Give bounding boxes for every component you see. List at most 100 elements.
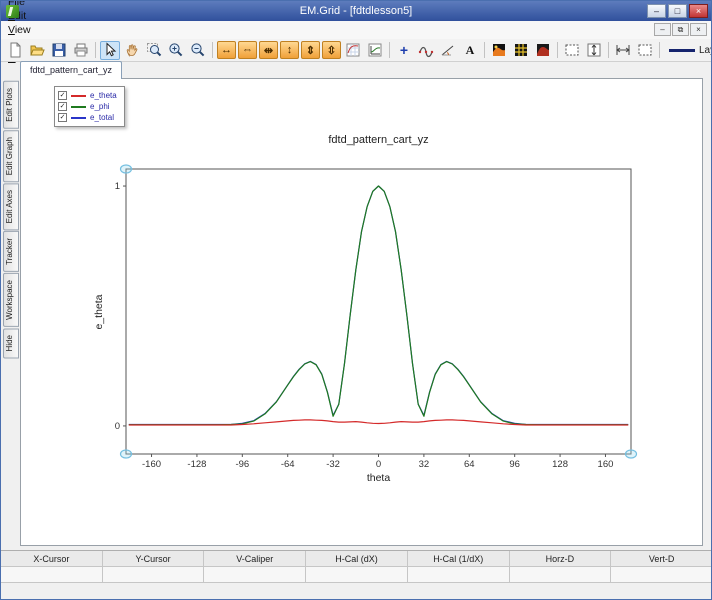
x-tick-label: 96 — [509, 459, 520, 470]
y-axis-label: e_theta — [93, 294, 105, 329]
plot-grid2-icon — [368, 43, 382, 57]
legend-line-sample — [71, 94, 86, 97]
y-tick-label: 0 — [115, 421, 120, 432]
legend-checkbox[interactable]: ✓ — [58, 102, 67, 111]
axis-endpoint-handle[interactable] — [119, 449, 133, 459]
select-cursor-button[interactable] — [100, 40, 120, 60]
sidebar-tab-hide[interactable]: Hide — [3, 328, 19, 359]
text-label-button[interactable]: A — [460, 41, 480, 60]
add-marker-button[interactable]: + — [394, 41, 414, 60]
app-window: EM.Grid - [fdtdlesson5] – □ × FileEditVi… — [0, 0, 712, 600]
sidebar-tab-workspace[interactable]: Workspace — [3, 273, 19, 328]
pan-hand-button[interactable] — [122, 41, 142, 60]
status-values-row — [1, 567, 711, 583]
legend: ✓ e_theta ✓ e_phi ✓ e_total — [54, 86, 125, 127]
x-axis-label: theta — [367, 472, 391, 484]
menu-view[interactable]: View — [1, 23, 58, 37]
save-file-button[interactable] — [49, 41, 69, 60]
status-col-value — [407, 567, 510, 583]
open-file-button[interactable] — [27, 41, 47, 60]
expand-y-button[interactable]: ↕ — [280, 41, 299, 59]
chart: -160 -128 -96 -64 -32 0 32 64 96 128 160 0 1 fdtd_pat… — [93, 134, 638, 484]
child-minimize-button[interactable]: – — [654, 23, 671, 36]
status-readout: X-Cursor Y-Cursor V-Caliper H-Cal (dX) H-Cal… — [1, 550, 711, 583]
cmap2-icon — [515, 44, 527, 56]
line-style-preview-icon — [669, 48, 695, 52]
titlebar[interactable]: EM.Grid - [fdtdlesson5] – □ × — [1, 1, 711, 21]
curve-tools-button[interactable] — [416, 41, 436, 60]
x-tick-label: -128 — [187, 459, 206, 470]
sidebar-tab-edit-graph[interactable]: Edit Graph — [3, 129, 19, 183]
maximize-button[interactable]: □ — [668, 4, 687, 18]
axis-endpoint-handle[interactable] — [624, 449, 638, 459]
axis-endpoint-handle[interactable] — [119, 164, 133, 174]
shrink-y-button[interactable]: ⇕ — [301, 41, 320, 59]
x-tick-label: -32 — [326, 459, 340, 470]
sidebar-tab-tracker[interactable]: Tracker — [3, 231, 19, 273]
status-col-value — [204, 567, 307, 583]
legend-line-sample — [71, 105, 86, 108]
sidebar-tabs: Edit Plots Edit Graph Edit Axes Tracker Work… — [3, 81, 20, 360]
minimize-button[interactable]: – — [647, 4, 666, 18]
shrink-x-button[interactable]: ⇔ — [238, 41, 257, 59]
print-button[interactable] — [71, 41, 91, 60]
vertical-caliper-button[interactable] — [584, 41, 604, 60]
status-col-header: V-Caliper — [204, 551, 307, 567]
zoom-window-icon — [147, 43, 162, 57]
open-file-icon — [30, 45, 45, 56]
child-restore-button[interactable]: ⧉ — [672, 23, 689, 36]
vrange-box-icon — [587, 43, 601, 57]
zoom-window-button[interactable] — [144, 41, 164, 60]
x-tick-label: -96 — [235, 459, 249, 470]
zoom-out-button[interactable] — [188, 41, 208, 60]
status-col-header: Y-Cursor — [102, 551, 205, 567]
toolbar-separator — [557, 42, 558, 58]
legend-item: ✓ e_theta — [58, 90, 117, 101]
legend-checkbox[interactable]: ✓ — [58, 113, 67, 122]
graph-settings-button[interactable] — [343, 41, 363, 60]
series-e_phi[interactable] — [128, 185, 629, 426]
toolbar-separator — [659, 42, 660, 58]
fit-y-button[interactable]: ⇳ — [322, 41, 341, 59]
tabstrip: fdtd_pattern_cart_yz — [20, 61, 701, 79]
child-close-button[interactable]: × — [690, 23, 707, 36]
toolbar-separator — [608, 42, 609, 58]
legend-item: ✓ e_phi — [58, 101, 117, 112]
chart-title: fdtd_pattern_cart_yz — [328, 134, 428, 146]
toolbar-buttons: ↔ ⇔ ⇹ ↕ ⇕ ⇳ + A — [4, 40, 663, 60]
x-tick-label: 64 — [464, 459, 475, 470]
sidebar-tab-edit-axes[interactable]: Edit Axes — [3, 183, 19, 231]
close-button[interactable]: × — [689, 4, 708, 18]
intensity-plot-button[interactable] — [489, 41, 509, 60]
select-region-button[interactable] — [562, 41, 582, 60]
window-title: EM.Grid - [fdtdlesson5] — [299, 5, 413, 17]
new-file-button[interactable] — [5, 41, 25, 60]
save-file-icon — [52, 43, 66, 57]
print-icon — [74, 43, 88, 57]
grid-plot-button[interactable] — [511, 41, 531, 60]
contour-plot-button[interactable] — [533, 41, 553, 60]
axes-settings-button[interactable] — [365, 41, 385, 60]
expand-x-button[interactable]: ↔ — [217, 41, 236, 59]
legend-rows: ✓ e_theta ✓ e_phi ✓ e_total — [58, 90, 117, 123]
legend-checkbox[interactable]: ✓ — [58, 91, 67, 100]
slope-icon-icon — [441, 45, 454, 56]
status-col-header: H-Cal (dX) — [306, 551, 408, 567]
menubar: FileEditViewWindowsHelp –⧉× — [1, 1, 711, 64]
layout-dropdown[interactable]: Layout ▾ — [669, 45, 711, 56]
sidebar-tab-edit-plots[interactable]: Edit Plots — [3, 81, 19, 129]
tab-fdtd-pattern-cart-yz[interactable]: fdtd_pattern_cart_yz — [20, 61, 123, 79]
status-col-value — [611, 567, 711, 583]
zoom-in-button[interactable] — [166, 41, 186, 60]
fit-x-button[interactable]: ⇹ — [259, 41, 278, 59]
toolbar-separator — [484, 42, 485, 58]
y-tick-label: 1 — [115, 181, 120, 192]
legend-label: e_theta — [90, 91, 117, 100]
series-e_total[interactable] — [128, 185, 629, 426]
slope-tool-button[interactable] — [438, 41, 458, 60]
app-icon — [6, 4, 19, 18]
horizontal-caliper-button[interactable] — [613, 41, 633, 60]
x-tick-label: 160 — [598, 459, 614, 470]
zoom-region-button[interactable] — [635, 41, 655, 60]
region-dashed-icon — [638, 44, 652, 56]
